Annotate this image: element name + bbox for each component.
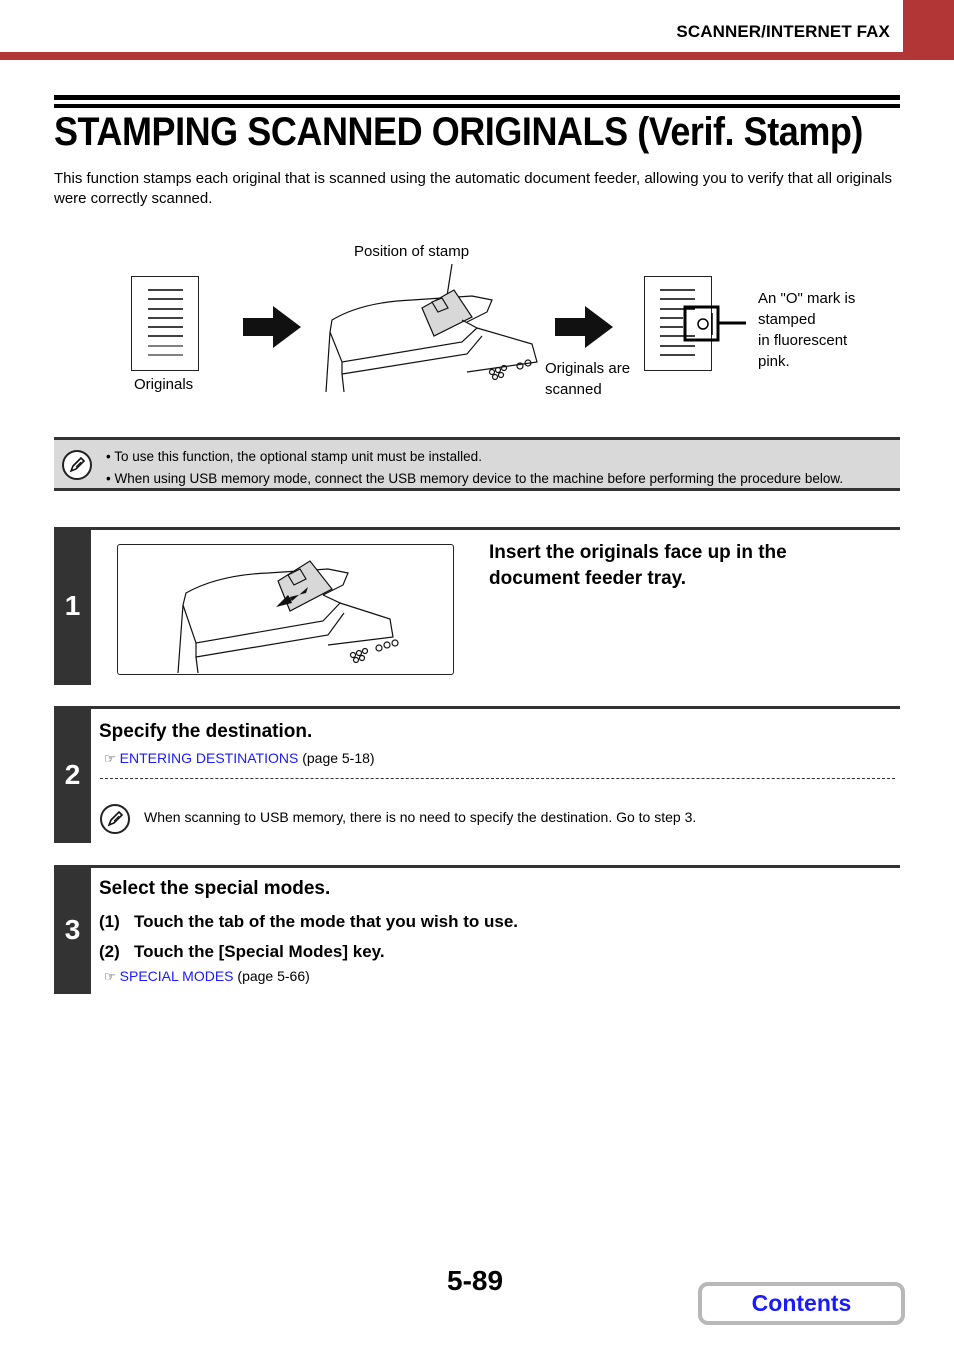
- intro-text: This function stamps each original that …: [54, 170, 892, 207]
- pointing-hand-icon: ☞: [104, 751, 116, 766]
- contents-button[interactable]: Contents: [698, 1282, 905, 1325]
- step-2-heading: Specify the destination.: [99, 721, 313, 742]
- step-number: 1: [54, 527, 91, 685]
- substep: (1) Touch the tab of the mode that you w…: [99, 912, 519, 931]
- special-modes-link[interactable]: SPECIAL MODES: [120, 968, 234, 984]
- title-rule-bottom: [54, 104, 900, 108]
- arrow-right-icon: [555, 306, 613, 348]
- title-rule-top: [54, 95, 900, 100]
- note-box: To use this function, the optional stamp…: [54, 437, 900, 491]
- note-item: When using USB memory mode, connect the …: [106, 468, 843, 490]
- dashed-divider: [100, 778, 895, 779]
- step-2-reference: ☞ ENTERING DESTINATIONS (page 5-18): [104, 750, 375, 767]
- substep: (2) Touch the [Special Modes] key.: [99, 942, 385, 961]
- step-number: 2: [54, 706, 91, 843]
- entering-destinations-link[interactable]: ENTERING DESTINATIONS: [120, 750, 299, 766]
- header-accent-block: [903, 0, 954, 56]
- step-number: 3: [54, 865, 91, 994]
- stamp-mark-label: An "O" mark is stamped in fluorescent pi…: [758, 290, 856, 370]
- reference-page: (page 5-18): [302, 750, 375, 766]
- page-number: 5-89: [447, 1265, 504, 1296]
- step-2: 2 Specify the destination. ☞ ENTERING DES…: [54, 706, 900, 843]
- step-3-heading: Select the special modes.: [99, 878, 331, 899]
- step-2-note: When scanning to USB memory, there is no…: [144, 809, 697, 825]
- stamp-position-label: Position of stamp: [354, 243, 470, 260]
- note-item: To use this function, the optional stamp…: [106, 446, 843, 468]
- section-title: SCANNER/INTERNET FAX: [676, 22, 890, 41]
- original-document-icon: [131, 276, 199, 371]
- arrow-right-icon: [243, 306, 301, 348]
- scanner-feeder-illustration: [325, 263, 538, 392]
- pointing-hand-icon: ☞: [104, 969, 116, 984]
- reference-page: (page 5-66): [237, 968, 310, 984]
- step-1: 1 Insert the originals face up in the do…: [54, 527, 900, 685]
- header-accent-bar: [0, 52, 954, 60]
- scanned-label: Originals are scanned: [545, 360, 631, 398]
- step-3-reference: ☞ SPECIAL MODES (page 5-66): [104, 968, 310, 985]
- step-1-heading: Insert the originals face up in the docu…: [489, 542, 787, 589]
- page-title: STAMPING SCANNED ORIGINALS (Verif. Stamp…: [54, 110, 863, 154]
- feeder-insert-illustration: [177, 560, 399, 674]
- pencil-icon: [62, 450, 92, 480]
- pencil-icon: [100, 804, 130, 834]
- step-3: 3 Select the special modes. (1) Touch th…: [54, 865, 900, 994]
- originals-label: Originals: [134, 376, 194, 393]
- stamped-document-icon: [644, 276, 746, 371]
- note-list: To use this function, the optional stamp…: [106, 446, 843, 490]
- step-1-illustration-frame: [117, 544, 454, 675]
